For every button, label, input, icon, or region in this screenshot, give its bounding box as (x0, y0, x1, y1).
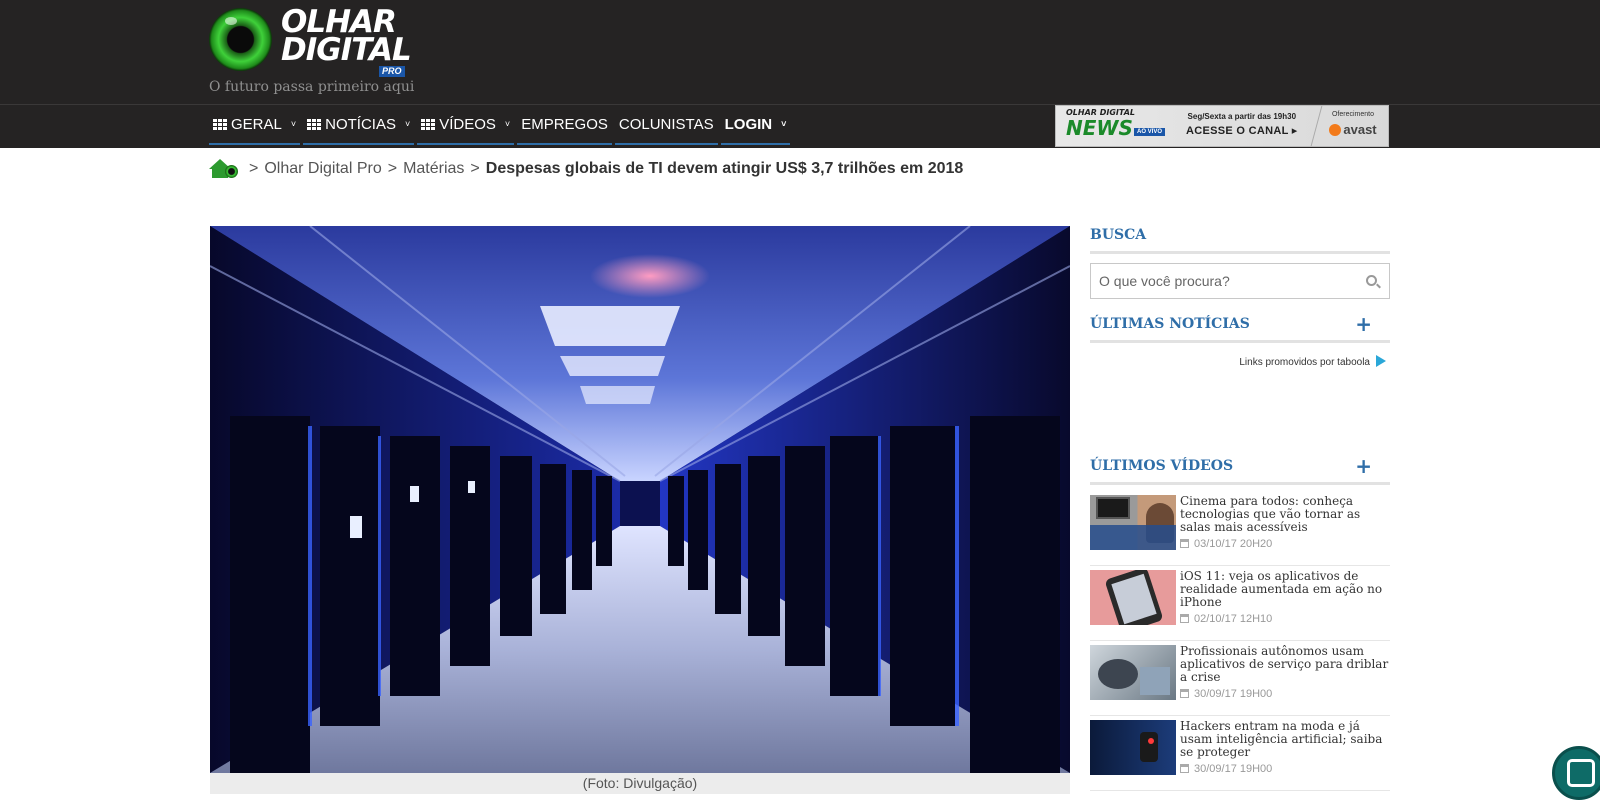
plus-icon[interactable]: + (1355, 451, 1372, 481)
data-center-photo (210, 226, 1070, 773)
ad-divider (1310, 106, 1323, 146)
nav-item-label: LOGIN (724, 115, 773, 133)
ad-news-logo: OLHAR DIGITAL NEWS (1066, 108, 1136, 140)
video-list-item[interactable]: iOS 11: veja os aplicativos de realidade… (1090, 568, 1390, 641)
calendar-icon (1180, 764, 1189, 773)
nav-item-label: EMPREGOS (521, 115, 608, 133)
search-box (1090, 263, 1390, 299)
nav-item-empregos[interactable]: EMPREGOS (517, 105, 612, 145)
video-date: 30/09/17 19H00 (1180, 763, 1390, 775)
video-thumbnail[interactable] (1090, 720, 1176, 775)
chat-bubble-icon[interactable] (1552, 746, 1600, 800)
video-title[interactable]: Hackers entram na moda e já usam intelig… (1180, 720, 1390, 759)
calendar-icon (1180, 689, 1189, 698)
main-navbar: GERAL ˅ NOTÍCIAS ˅ VÍDEOS ˅ EMPREGOS COL… (0, 104, 1600, 148)
chevron-down-icon: ˅ (504, 119, 511, 129)
video-date: 30/09/17 19H00 (1180, 688, 1390, 700)
ad-banner-news[interactable]: OLHAR DIGITAL NEWS AO VIVO Seg/Sexta a p… (1055, 105, 1389, 147)
calendar-icon (1180, 614, 1189, 623)
taboola-promoted-links[interactable]: Links promovidos por taboola (1090, 355, 1390, 451)
video-list-item[interactable]: Cinema para todos: conheça tecnologias q… (1090, 493, 1390, 566)
breadcrumb-current: Despesas globais de TI devem atingir US$… (485, 160, 964, 177)
nav-item-noticias[interactable]: NOTÍCIAS ˅ (303, 105, 415, 145)
calendar-icon (1180, 539, 1189, 548)
breadcrumb-link-materias[interactable]: Matérias (403, 160, 464, 178)
breadcrumb-separator: > (249, 160, 259, 177)
ad-live-badge: AO VIVO (1134, 128, 1166, 136)
nav-item-login[interactable]: LOGIN ˅ (720, 105, 791, 145)
article-hero-image (210, 226, 1070, 773)
breadcrumb-separator: > (387, 160, 398, 177)
home-icon[interactable] (209, 159, 239, 179)
breadcrumb-link-olhar-digital-pro[interactable]: Olhar Digital Pro (264, 160, 381, 178)
eye-logo-icon (209, 8, 272, 71)
grid-icon (421, 118, 436, 130)
logo-pro-badge: PRO (379, 66, 405, 77)
video-date: 03/10/17 20H20 (1180, 538, 1390, 550)
video-list: Cinema para todos: conheça tecnologias q… (1090, 493, 1390, 791)
video-thumbnail[interactable] (1090, 570, 1176, 625)
site-header: OLHAR DIGITAL PRO O futuro passa primeir… (0, 0, 1600, 104)
video-thumbnail[interactable] (1090, 645, 1176, 700)
video-title[interactable]: Profissionais autônomos usam aplicativos… (1180, 645, 1390, 684)
video-thumbnail[interactable] (1090, 495, 1176, 550)
chevron-down-icon: ˅ (290, 119, 297, 129)
ad-sponsor: Oferecimento avast (1322, 111, 1384, 137)
logo-wordmark: OLHAR DIGITAL (281, 4, 412, 68)
site-logo[interactable]: OLHAR DIGITAL PRO (209, 6, 414, 80)
chevron-down-icon: ˅ (404, 119, 411, 129)
sidebar: BUSCA ÚLTIMAS NOTÍCIAS + Links promovido… (1090, 220, 1390, 793)
nav-item-label: NOTÍCIAS (325, 115, 396, 133)
plus-icon[interactable]: + (1355, 309, 1372, 339)
breadcrumb: > Olhar Digital Pro > Matérias > Despesa… (209, 158, 963, 180)
grid-icon (307, 118, 322, 130)
nav-item-label: VÍDEOS (439, 115, 496, 133)
search-section-title: BUSCA (1090, 220, 1390, 254)
breadcrumb-separator: > (470, 160, 480, 177)
chevron-down-icon: ˅ (781, 119, 787, 129)
ad-cta[interactable]: ACESSE O CANAL ▸ (1186, 124, 1298, 137)
nav-item-label: GERAL (231, 115, 282, 133)
latest-news-title[interactable]: ÚLTIMAS NOTÍCIAS + (1090, 309, 1390, 343)
nav-item-label: COLUNISTAS (618, 115, 714, 133)
nav-item-colunistas[interactable]: COLUNISTAS (614, 105, 718, 145)
video-date: 02/10/17 12H10 (1180, 613, 1390, 625)
video-title[interactable]: iOS 11: veja os aplicativos de realidade… (1180, 570, 1390, 609)
nav-item-geral[interactable]: GERAL ˅ (209, 105, 301, 145)
grid-icon (213, 118, 227, 130)
nav-item-videos[interactable]: VÍDEOS ˅ (417, 105, 515, 145)
latest-videos-title[interactable]: ÚLTIMOS VÍDEOS + (1090, 451, 1390, 485)
site-tagline: O futuro passa primeiro aqui (209, 79, 415, 95)
video-title[interactable]: Cinema para todos: conheça tecnologias q… (1180, 495, 1390, 534)
video-list-item[interactable]: Hackers entram na moda e já usam intelig… (1090, 718, 1390, 791)
taboola-icon (1376, 355, 1386, 367)
image-caption: (Foto: Divulgação) (210, 773, 1070, 794)
ad-schedule: Seg/Sexta a partir das 19h30 ACESSE O CA… (1186, 112, 1298, 137)
video-list-item[interactable]: Profissionais autônomos usam aplicativos… (1090, 643, 1390, 716)
search-icon[interactable] (1366, 275, 1377, 286)
avast-icon (1329, 124, 1342, 136)
search-input[interactable] (1091, 264, 1351, 298)
nav-menu: GERAL ˅ NOTÍCIAS ˅ VÍDEOS ˅ EMPREGOS COL… (209, 105, 793, 149)
